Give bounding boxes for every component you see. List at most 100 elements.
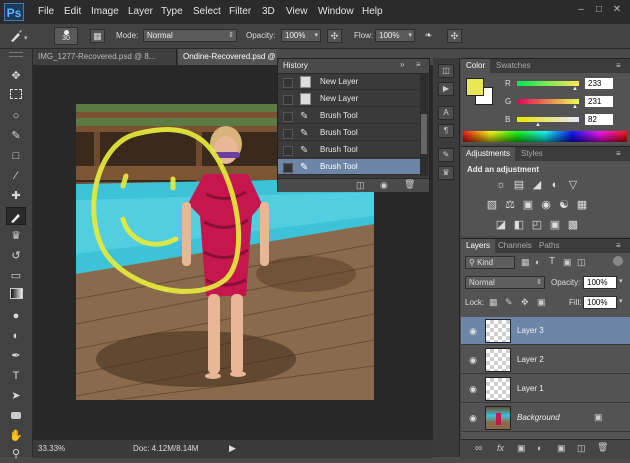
curves-icon[interactable]: ◢ xyxy=(530,178,544,192)
history-panel-icon[interactable]: ◫ xyxy=(438,64,454,78)
marquee-tool-icon[interactable] xyxy=(6,87,26,105)
pressure-opacity-icon[interactable]: ✣ xyxy=(327,29,342,43)
lock-position-icon[interactable]: ✥ xyxy=(521,297,529,308)
brush-preset-icon[interactable] xyxy=(8,29,23,43)
channel-b-input[interactable]: 82 xyxy=(585,114,613,125)
menu-help[interactable]: Help xyxy=(362,6,383,17)
crop-tool-icon[interactable]: □ xyxy=(6,147,26,165)
layer-opacity-dropdown-icon[interactable]: ▾ xyxy=(619,277,623,285)
tab-paths[interactable]: Paths xyxy=(534,239,564,253)
type-tool-icon[interactable]: T xyxy=(6,367,26,385)
filter-type-icon[interactable]: T xyxy=(549,256,555,267)
layer-row[interactable]: ◉ Layer 2 xyxy=(461,346,630,374)
document-tab-2[interactable]: Ondine-Recovered.psd @ 33.3% (Layer 3, R… xyxy=(178,49,277,65)
history-panel-header[interactable]: History » ≡ xyxy=(278,59,429,74)
invert-icon[interactable]: ◪ xyxy=(494,218,508,232)
tab-swatches[interactable]: Swatches xyxy=(491,59,536,73)
history-item[interactable]: New Layer xyxy=(278,91,420,107)
character-panel-icon[interactable]: A xyxy=(438,106,454,120)
menu-type[interactable]: Type xyxy=(161,6,183,17)
menu-window[interactable]: Window xyxy=(318,6,354,17)
levels-icon[interactable]: ▤ xyxy=(512,178,526,192)
visibility-eye-icon[interactable]: ◉ xyxy=(467,354,479,366)
exposure-icon[interactable]: ◐ xyxy=(548,178,562,192)
blur-tool-icon[interactable]: ● xyxy=(6,307,26,325)
mode-select[interactable]: Normal ⇕ xyxy=(143,29,237,42)
paragraph-panel-icon[interactable]: ¶ xyxy=(438,124,454,138)
new-layer-icon[interactable]: ◫ xyxy=(577,443,586,454)
history-snapshot-box[interactable] xyxy=(283,112,293,122)
lasso-tool-icon[interactable]: ○ xyxy=(6,107,26,125)
tools-grip-icon[interactable] xyxy=(9,52,23,57)
menu-edit[interactable]: Edit xyxy=(64,6,81,17)
brightness-contrast-icon[interactable]: ☼ xyxy=(494,178,508,192)
gradient-tool-icon[interactable] xyxy=(6,287,26,305)
brush-panel-icon[interactable]: ✎ xyxy=(438,148,454,162)
history-snapshot-box[interactable] xyxy=(283,78,293,88)
channel-b-handle-icon[interactable]: ▲ xyxy=(535,122,541,128)
selective-color-icon[interactable]: ▣ xyxy=(548,218,562,232)
posterize-icon[interactable]: ◧ xyxy=(512,218,526,232)
clone-stamp-tool-icon[interactable]: ♛ xyxy=(6,227,26,245)
minimize-icon[interactable]: – xyxy=(574,4,588,16)
document-tab-1[interactable]: IMG_1277-Recovered.psd @ 8... xyxy=(33,49,177,65)
close-icon[interactable]: ✕ xyxy=(610,4,624,16)
pressure-size-icon[interactable]: ✣ xyxy=(447,29,462,43)
menu-image[interactable]: Image xyxy=(91,6,119,17)
history-item[interactable]: New Layer xyxy=(278,74,420,90)
filter-adjustment-icon[interactable]: ◐ xyxy=(535,257,540,267)
history-item[interactable]: ✎ Brush Tool xyxy=(278,108,420,124)
hue-saturation-icon[interactable]: ▧ xyxy=(485,198,499,212)
fill-dropdown-icon[interactable]: ▾ xyxy=(619,297,623,305)
gradient-map-icon[interactable]: ▩ xyxy=(566,218,580,232)
channel-r-handle-icon[interactable]: ▲ xyxy=(572,86,578,92)
visibility-eye-icon[interactable]: ◉ xyxy=(467,325,479,337)
eyedropper-tool-icon[interactable]: ⁄ xyxy=(6,167,26,185)
collapse-icon[interactable]: » xyxy=(400,60,404,69)
brush-panel-toggle-icon[interactable]: ▦ xyxy=(90,29,105,43)
zoom-tool-icon[interactable]: ⚲ xyxy=(6,445,26,463)
panel-menu-icon[interactable]: ≡ xyxy=(416,60,421,69)
snapshot-camera-icon[interactable]: ◉ xyxy=(380,180,388,191)
lock-image-pixels-icon[interactable]: ✎ xyxy=(505,297,513,308)
black-white-icon[interactable]: ▣ xyxy=(521,198,535,212)
channel-g-handle-icon[interactable]: ▲ xyxy=(572,104,578,110)
move-tool-icon[interactable]: ✥ xyxy=(6,67,26,85)
flow-field[interactable]: 100% ▾ xyxy=(375,29,415,42)
filter-toggle-icon[interactable] xyxy=(613,256,623,266)
history-snapshot-box[interactable] xyxy=(283,146,293,156)
pen-tool-icon[interactable]: ✒ xyxy=(6,347,26,365)
opacity-field[interactable]: 100% ▾ xyxy=(281,29,321,42)
foreground-color-swatch[interactable] xyxy=(466,78,484,96)
panel-menu-icon[interactable]: ≡ xyxy=(616,149,621,158)
tab-styles[interactable]: Styles xyxy=(516,147,548,161)
layer-style-fx-icon[interactable]: fx xyxy=(497,443,504,453)
menu-layer[interactable]: Layer xyxy=(128,6,153,17)
delete-layer-trash-icon[interactable]: 🗑 xyxy=(597,442,608,453)
history-scrollbar[interactable] xyxy=(420,74,428,176)
actions-panel-icon[interactable]: ▶ xyxy=(438,82,454,96)
new-group-icon[interactable]: ▣ xyxy=(557,443,566,454)
maximize-icon[interactable]: □ xyxy=(592,4,606,16)
filter-shape-icon[interactable]: ▣ xyxy=(563,257,572,268)
channel-r-slider[interactable] xyxy=(517,81,579,86)
layer-row-background[interactable]: ◉ Background ▣ xyxy=(461,404,630,432)
color-spectrum-ramp[interactable] xyxy=(463,131,627,142)
lock-transparent-pixels-icon[interactable]: ▦ xyxy=(489,297,498,308)
new-document-from-state-icon[interactable]: ◫ xyxy=(356,180,365,191)
menu-view[interactable]: View xyxy=(286,6,308,17)
color-balance-icon[interactable]: ⚖ xyxy=(503,198,517,212)
history-snapshot-box[interactable] xyxy=(283,95,293,105)
photo-filter-icon[interactable]: ◉ xyxy=(539,198,553,212)
new-adjustment-layer-icon[interactable]: ◐ xyxy=(537,443,542,453)
history-item[interactable]: ✎ Brush Tool xyxy=(278,142,420,158)
healing-brush-tool-icon[interactable]: ✚ xyxy=(6,187,26,205)
add-mask-icon[interactable]: ▣ xyxy=(517,443,526,454)
link-layers-icon[interactable]: ∞ xyxy=(475,443,482,454)
layer-row[interactable]: ◉ Layer 1 xyxy=(461,375,630,403)
channel-mixer-icon[interactable]: ☯ xyxy=(557,198,571,212)
hand-tool-icon[interactable]: ✋ xyxy=(6,427,26,445)
dodge-tool-icon[interactable]: ◐ xyxy=(6,327,26,345)
layer-opacity-field[interactable]: 100% xyxy=(583,276,617,289)
fill-field[interactable]: 100% xyxy=(583,296,617,309)
